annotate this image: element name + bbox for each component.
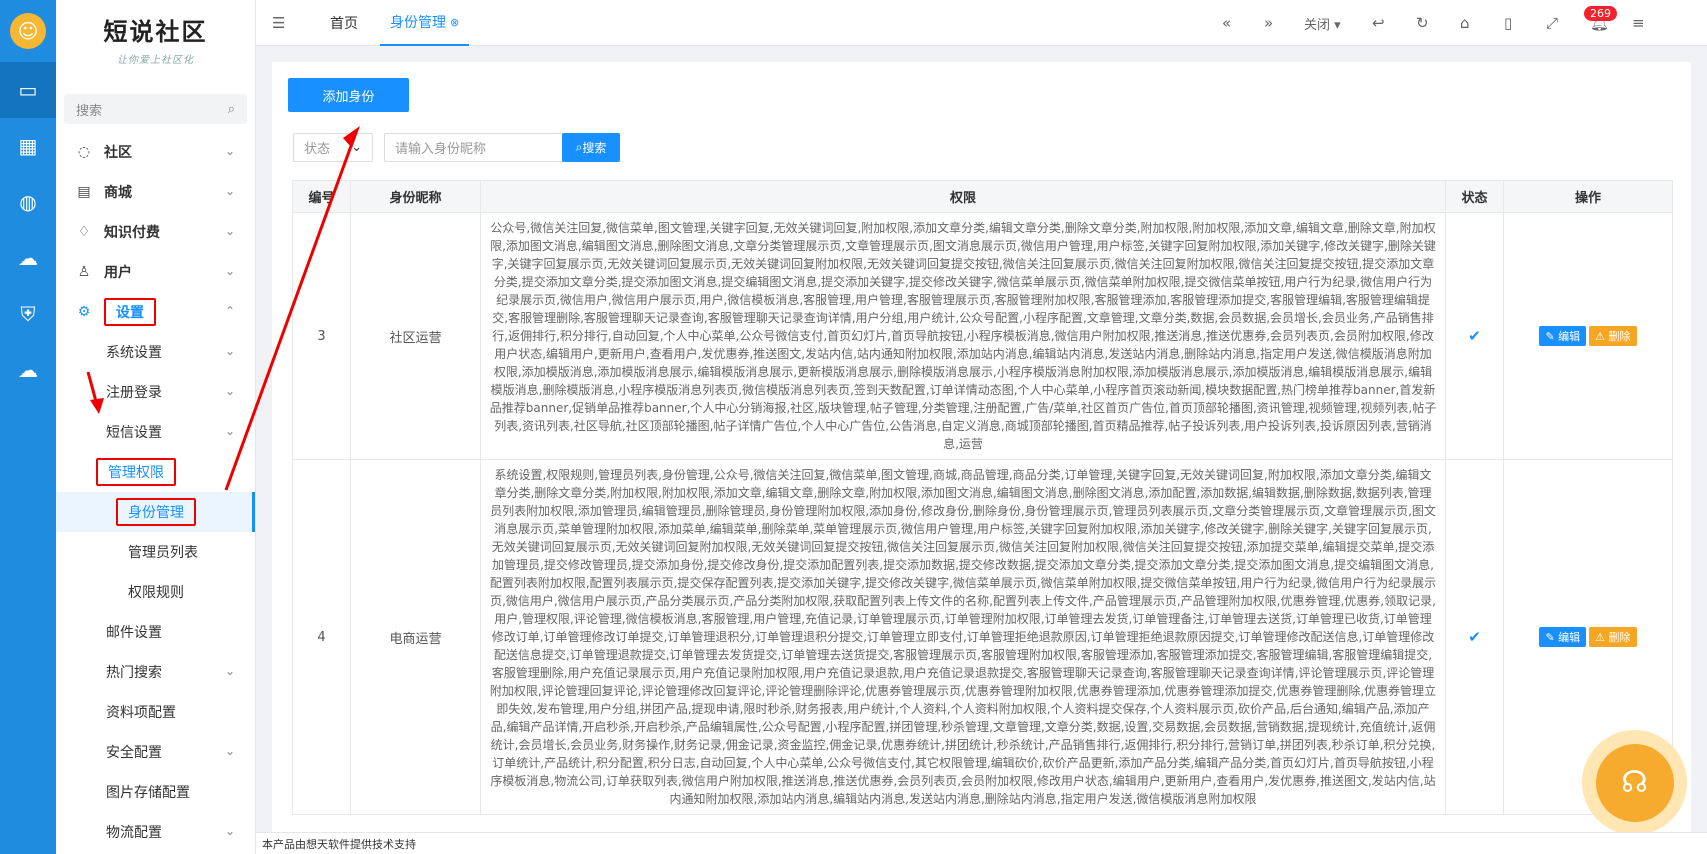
top-bar: ☰ 首页 身份管理 ⊗ « » 关闭 ▾ ↩ ↻ ⌂ ▯ ⤢ 🔔︎ 269 ≡ [256, 0, 1707, 46]
headset-icon: ☊ [1595, 743, 1674, 822]
table-row: 3 社区运营 公众号,微信关注回复,微信菜单,图文管理,关键字回复,无效关键词回… [292, 212, 1673, 460]
cloud-service-icon[interactable]: ☁ [0, 342, 56, 398]
chevron-down-icon: ⌄ [224, 264, 235, 278]
fullscreen-icon[interactable]: ⤢ [1546, 14, 1558, 32]
sidebar-search-input[interactable]: 搜索 [76, 100, 102, 119]
header-id: 编号 [292, 180, 351, 213]
cloud-icon[interactable]: ☁ [0, 230, 56, 286]
header-actions: 操作 [1503, 180, 1673, 213]
icon-rail: ☺ ▭ ▦ ◍ ☁ ⛨ ☁ [0, 0, 56, 854]
cell-permissions: 公众号,微信关注回复,微信菜单,图文管理,关键字回复,无效关键词回复,附加权限,… [480, 212, 1446, 460]
sidebar-item-security-config[interactable]: 安全配置 ⌄ [56, 732, 255, 772]
chevron-down-icon: ⌄ [224, 144, 235, 158]
brand-title: 短说社区 [103, 17, 208, 46]
sidebar-item-user[interactable]: ♙ 用户 ⌄ [56, 252, 255, 292]
table-row: 4 电商运营 系统设置,权限规则,管理员列表,身份管理,公众号,微信关注回复,微… [292, 459, 1673, 815]
sidebar-item-system-settings[interactable]: 系统设置 ⌄ [56, 332, 255, 372]
clear-cache-icon[interactable]: ⌂ [1460, 14, 1470, 32]
brand-slogan: 让你爱上社区化 [117, 55, 194, 66]
chevron-down-icon: ⌄ [224, 344, 235, 358]
check-icon: ✔ [1468, 628, 1481, 646]
app-logo: ☺ [0, 0, 56, 62]
menu-fold-icon[interactable]: ☰ [272, 14, 285, 32]
notification-badge: 269 [1584, 6, 1617, 21]
edit-button[interactable]: ✎ 编辑 [1539, 627, 1587, 647]
shield-icon[interactable]: ⛨ [0, 286, 56, 342]
chevron-down-icon: ⌄ [224, 184, 235, 198]
cell-permissions: 系统设置,权限规则,管理员列表,身份管理,公众号,微信关注回复,微信菜单,图文管… [480, 459, 1446, 815]
header-name: 身份昵称 [350, 180, 481, 213]
sidebar-item-image-storage[interactable]: 图片存储配置 [56, 772, 255, 812]
grid-icon[interactable]: ▦ [0, 118, 56, 174]
sidebar: 短说社区 让你爱上社区化 搜索 ⌕ ◌ 社区 ⌄ ▤ 商城 ⌄ ♢ 知识付费 ⌄ ♙ 用户 ⌄ … [56, 0, 256, 854]
refresh-icon[interactable]: ↻ [1416, 14, 1429, 32]
delete-button[interactable]: ⚠ 删除 [1589, 627, 1637, 647]
check-icon: ✔ [1468, 327, 1481, 345]
monitor-icon[interactable]: ▭ [0, 62, 56, 118]
cell-actions: ✎ 编辑 ⚠ 删除 [1503, 212, 1673, 460]
header-status: 状态 [1445, 180, 1504, 213]
sidebar-item-logistics[interactable]: 物流配置 ⌄ [56, 812, 255, 852]
sidebar-item-hot-search[interactable]: 热门搜索 ⌄ [56, 652, 255, 692]
sidebar-item-admin-list[interactable]: 管理员列表 [56, 532, 255, 572]
mascot-icon: ☺ [10, 13, 46, 49]
sidebar-item-settings[interactable]: ⚙ 设置 ⌃ [56, 292, 255, 332]
close-tab-icon[interactable]: ⊗ [450, 16, 459, 29]
edit-button[interactable]: ✎ 编辑 [1539, 326, 1587, 346]
sidebar-item-community[interactable]: ◌ 社区 ⌄ [56, 132, 255, 172]
sidebar-item-knowledge[interactable]: ♢ 知识付费 ⌄ [56, 212, 255, 252]
delete-button[interactable]: ⚠ 删除 [1589, 326, 1637, 346]
chevron-down-icon: ⌄ [351, 140, 362, 155]
gear-icon: ⚙ [77, 304, 91, 320]
tab-role-management[interactable]: 身份管理 ⊗ [380, 0, 470, 46]
cell-id: 4 [292, 459, 351, 815]
chevron-down-icon: ⌄ [224, 384, 235, 398]
footer: 本产品由想天软件提供技术支持 [256, 832, 1707, 854]
globe-icon[interactable]: ◍ [0, 174, 56, 230]
chevron-down-icon: ⌄ [224, 664, 235, 678]
search-icon: ⌕ [575, 140, 583, 154]
sidebar-item-permission-rules[interactable]: 权限规则 [56, 572, 255, 612]
chevron-up-icon: ⌃ [224, 304, 235, 318]
cell-status: ✔ [1445, 459, 1504, 815]
chevron-down-icon: ⌄ [224, 424, 235, 438]
search-icon: ⌕ [227, 101, 235, 117]
sidebar-item-sms-settings[interactable]: 短信设置 ⌄ [56, 412, 255, 452]
chat-icon: ◌ [77, 144, 91, 160]
content-panel: 添加身份 状态 ⌄ 请输入身份昵称 ⌕ 搜索 编号 身份昵称 权限 状态 操作 3 … [272, 62, 1691, 854]
cell-id: 3 [292, 212, 351, 460]
back-icon[interactable]: ↩ [1372, 14, 1385, 32]
add-role-button[interactable]: 添加身份 [288, 78, 409, 112]
cell-name: 电商运营 [350, 459, 481, 815]
search-button[interactable]: ⌕ 搜索 [562, 133, 620, 162]
user-icon: ♙ [77, 264, 91, 280]
close-menu-dropdown[interactable]: 关闭 ▾ [1304, 14, 1341, 33]
sidebar-item-shop[interactable]: ▤ 商城 ⌄ [56, 172, 255, 212]
chevron-down-icon: ⌄ [224, 224, 235, 238]
cell-name: 社区运营 [350, 212, 481, 460]
sidebar-search[interactable]: 搜索 ⌕ [64, 94, 247, 124]
brand: 短说社区 让你爱上社区化 [56, 0, 255, 70]
customer-service-button[interactable]: ☊ [1582, 730, 1687, 835]
chevron-down-icon: ⌄ [224, 824, 235, 838]
nickname-input[interactable]: 请输入身份昵称 [384, 133, 564, 162]
scroll-left-icon[interactable]: « [1222, 14, 1231, 32]
sidebar-item-permissions[interactable]: 管理权限 [56, 452, 255, 492]
chevron-down-icon: ⌄ [224, 744, 235, 758]
sidebar-item-role-management[interactable]: 身份管理 [56, 492, 255, 532]
sidebar-item-profile-config[interactable]: 资料项配置 [56, 692, 255, 732]
role-table: 编号 身份昵称 权限 状态 操作 3 社区运营 公众号,微信关注回复,微信菜单,… [292, 180, 1673, 815]
sidebar-item-mail-settings[interactable]: 邮件设置 [56, 612, 255, 652]
header-permissions: 权限 [480, 180, 1446, 213]
table-header-row: 编号 身份昵称 权限 状态 操作 [292, 180, 1673, 213]
scroll-right-icon[interactable]: » [1264, 14, 1273, 32]
sidebar-item-register-login[interactable]: 注册登录 ⌄ [56, 372, 255, 412]
shop-icon: ▤ [77, 184, 91, 200]
more-menu-icon[interactable]: ≡ [1632, 14, 1645, 32]
tab-home[interactable]: 首页 [330, 0, 358, 46]
bulb-icon: ♢ [77, 224, 91, 240]
cell-status: ✔ [1445, 212, 1504, 460]
mobile-icon[interactable]: ▯ [1504, 14, 1512, 32]
status-select[interactable]: 状态 ⌄ [293, 133, 373, 162]
